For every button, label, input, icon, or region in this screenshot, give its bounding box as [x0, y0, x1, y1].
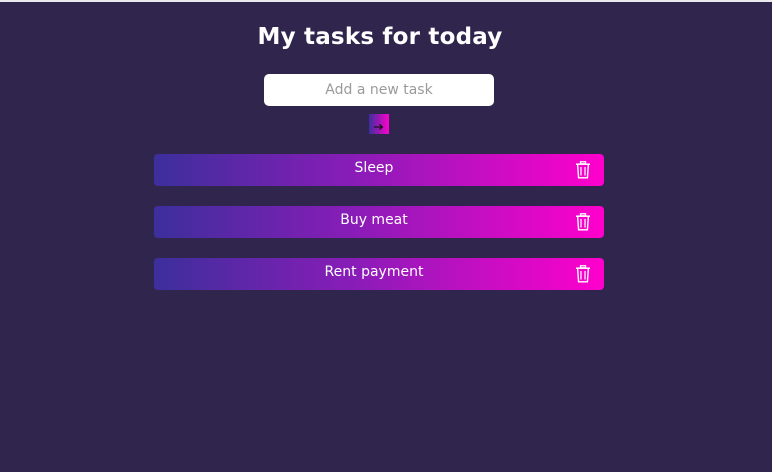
task-label: Rent payment: [324, 264, 424, 280]
new-task-input[interactable]: [264, 74, 494, 106]
task-item: Rent payment: [154, 258, 604, 290]
arrow-right-icon: [374, 124, 384, 130]
trash-icon[interactable]: [575, 265, 591, 283]
task-item: Buy meat: [154, 206, 604, 238]
task-label: Buy meat: [340, 212, 408, 228]
page-title: My tasks for today: [257, 24, 503, 50]
trash-icon[interactable]: [575, 213, 591, 231]
task-item: Sleep: [154, 154, 604, 186]
add-task-button[interactable]: [369, 114, 389, 134]
trash-icon[interactable]: [575, 161, 591, 179]
task-label: Sleep: [354, 160, 394, 176]
todo-app: My tasks for today Sleep Buy meat Rent p…: [0, 0, 772, 472]
